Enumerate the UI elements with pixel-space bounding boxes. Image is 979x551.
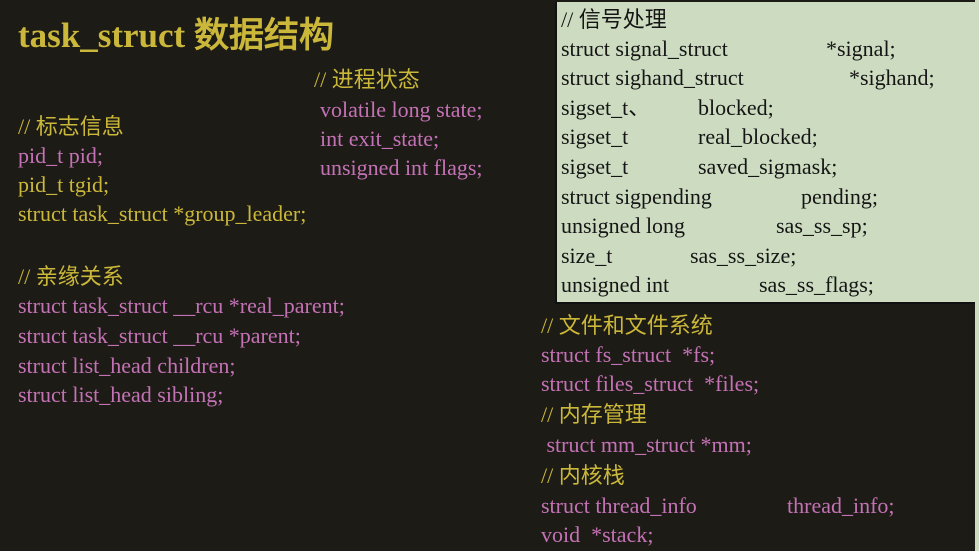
- code-name: real_blocked;: [698, 124, 818, 149]
- signal-handling-box: // 信号处理 struct signal_struct *signal; st…: [555, 2, 977, 304]
- code-type: size_t: [561, 243, 613, 268]
- slide-title: task_struct 数据结构: [18, 16, 334, 55]
- code-name: saved_sigmask;: [698, 154, 838, 179]
- code-name: sas_ss_size;: [690, 243, 797, 268]
- identity-comment: // 标志信息: [18, 114, 124, 139]
- code-type: sigset_t: [561, 124, 629, 149]
- code-line: volatile long state;: [320, 97, 483, 122]
- code-line: struct fs_struct *fs;: [541, 342, 716, 367]
- code-type: unsigned long: [561, 213, 686, 238]
- code-line: pid_t pid;: [18, 143, 103, 168]
- memory-comment: // 内存管理: [541, 402, 647, 427]
- code-line: int exit_state;: [320, 126, 440, 151]
- code-type: struct sigpending: [561, 184, 712, 209]
- code-line: struct list_head children;: [18, 353, 236, 378]
- relations-comment: // 亲缘关系: [18, 264, 124, 289]
- state-comment: // 进程状态: [314, 67, 420, 92]
- code-name: sas_ss_sp;: [776, 213, 868, 238]
- code-line: struct files_struct *files;: [541, 371, 760, 396]
- files-comment: // 文件和文件系统: [541, 313, 713, 338]
- code-name: thread_info;: [787, 493, 895, 518]
- kstack-comment: // 内核栈: [541, 463, 625, 488]
- code-line: struct task_struct *group_leader;: [18, 201, 307, 226]
- code-type: struct sighand_struct: [561, 65, 744, 90]
- code-name: sas_ss_flags;: [759, 272, 874, 297]
- code-name: pending;: [801, 184, 878, 209]
- code-line: pid_t tgid;: [18, 172, 110, 197]
- signals-comment: // 信号处理: [561, 7, 667, 32]
- code-name: *signal;: [826, 36, 896, 61]
- code-line: struct mm_struct *mm;: [541, 432, 752, 457]
- code-line: void *stack;: [541, 522, 654, 547]
- code-name: *sighand;: [849, 65, 935, 90]
- code-type: struct thread_info: [541, 493, 697, 518]
- code-type: sigset_t: [561, 154, 629, 179]
- code-type: unsigned int: [561, 272, 670, 297]
- code-type: struct signal_struct: [561, 36, 728, 61]
- code-type: sigset_t、: [561, 95, 651, 120]
- code-name: blocked;: [698, 95, 774, 120]
- slide-edge: [975, 0, 979, 551]
- code-line: struct task_struct __rcu *parent;: [18, 323, 301, 348]
- code-line: struct task_struct __rcu *real_parent;: [18, 293, 345, 318]
- code-line: unsigned int flags;: [320, 155, 483, 180]
- code-line: struct list_head sibling;: [18, 382, 224, 407]
